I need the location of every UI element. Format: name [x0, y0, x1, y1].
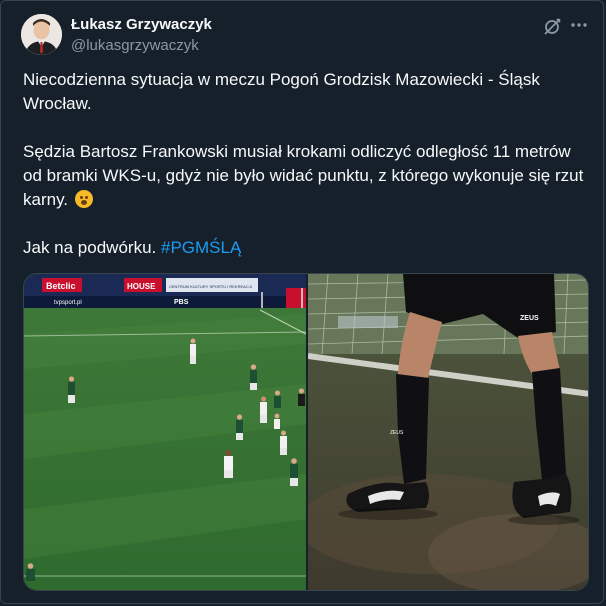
media-photo-pitch[interactable]: Betclic HOUSE CENTRUM KULTURY SPORTU I R…	[24, 274, 306, 590]
tweet-line-2: Sędzia Bartosz Frankowski musiał krokami…	[23, 140, 589, 212]
tweet-line-3-text: Jak na podwórku.	[23, 238, 157, 257]
avatar[interactable]	[21, 14, 62, 55]
tweet-card[interactable]: Łukasz Grzywaczyk @lukasgrzywaczyk Nieco…	[0, 0, 604, 604]
tweet-line-1: Niecodzienna sytuacja w meczu Pogoń Grod…	[23, 70, 540, 113]
tweet-line-2-text: Sędzia Bartosz Frankowski musiał krokami…	[23, 142, 584, 209]
shorts-logo: ZEUS	[520, 315, 539, 322]
avatar-portrait	[21, 14, 62, 55]
media-grid[interactable]: Betclic HOUSE CENTRUM KULTURY SPORTU I R…	[23, 273, 589, 591]
more-options-icon[interactable]	[569, 15, 589, 35]
ad-centrum: CENTRUM KULTURY SPORTU I REKREACJI	[169, 284, 252, 289]
author-name[interactable]: Łukasz Grzywaczyk	[71, 16, 212, 33]
grok-icon[interactable]	[542, 17, 562, 37]
hashtag-link[interactable]: #PGMŚLĄ	[161, 238, 241, 257]
ad-betclic: Betclic	[46, 281, 76, 291]
ad-tvpsport: tvpsport.pl	[54, 300, 82, 306]
media-photo-referee[interactable]: ZEUS ZEUS	[308, 274, 588, 590]
sock-logo: ZEUS	[390, 430, 404, 436]
tweet-text: Niecodzienna sytuacja w meczu Pogoń Grod…	[23, 68, 589, 260]
ad-house: HOUSE	[127, 282, 156, 291]
tweet-line-3: Jak na podwórku. #PGMŚLĄ	[23, 236, 589, 260]
ad-pbs: PBS	[174, 299, 189, 306]
author-handle[interactable]: @lukasgrzywaczyk	[71, 37, 199, 54]
flushed-face-emoji-icon	[74, 190, 93, 208]
